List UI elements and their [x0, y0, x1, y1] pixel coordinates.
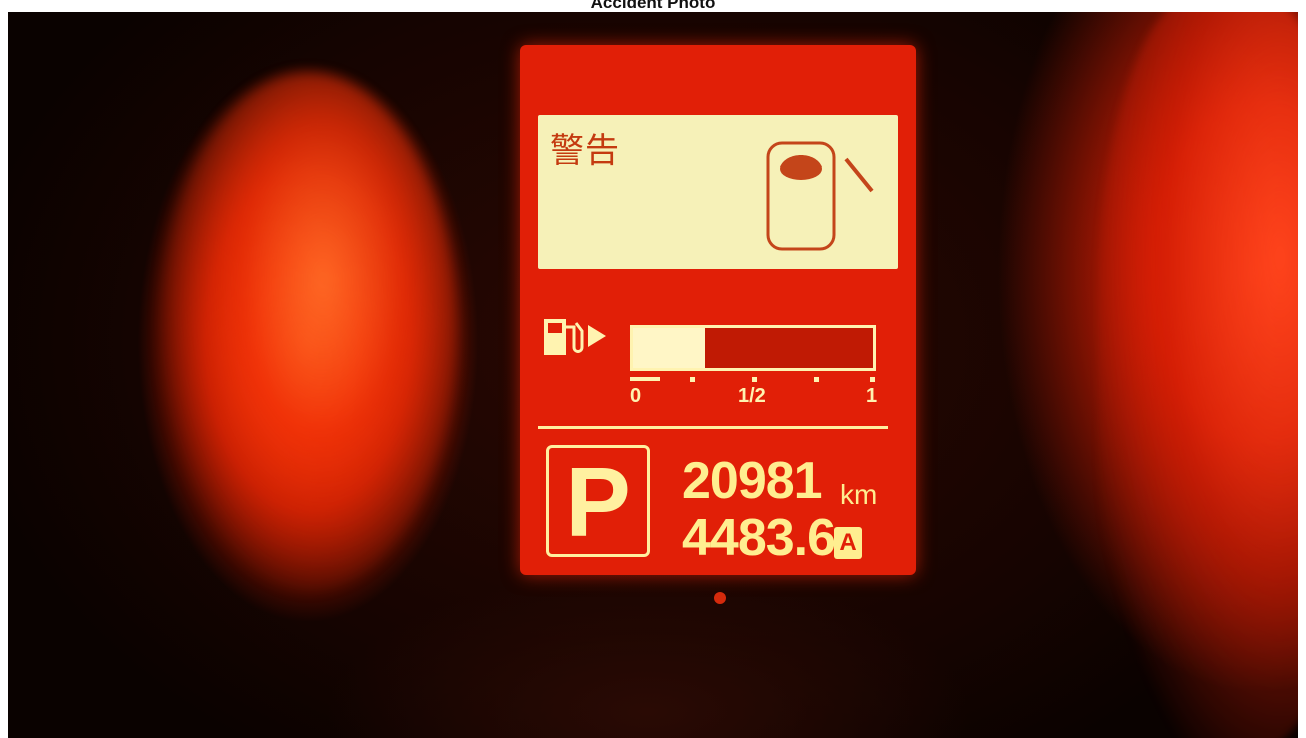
fuel-level-fill	[633, 328, 705, 368]
gear-indicator: P	[546, 445, 650, 557]
display-divider	[538, 426, 888, 429]
door-open-icon	[766, 141, 874, 251]
gear-letter: P	[565, 447, 631, 557]
odometer-unit: km	[840, 479, 878, 510]
odometer-value: 20981	[682, 452, 823, 510]
trip-meter-value: 4483.6	[682, 509, 836, 567]
fuel-scale-empty: 0	[630, 385, 642, 407]
photo-caption: Accident Photo	[0, 0, 1306, 12]
fuel-gauge-bar	[630, 325, 876, 371]
right-gauge-glow	[1098, 12, 1298, 738]
warning-text: 警告	[550, 131, 620, 171]
caption-title: Accident Photo	[590, 0, 716, 12]
fuel-scale-full: 1	[866, 385, 878, 407]
trip-meter-label: A	[834, 527, 862, 559]
fuel-scale: 0 1/2 1	[630, 375, 878, 409]
warning-panel: 警告	[538, 115, 898, 269]
fuel-pump-icon	[544, 319, 606, 355]
left-gauge-glow	[158, 72, 458, 592]
instrument-display: 警告 0 1/2 1 P 20981 km 4483.6 A	[520, 45, 916, 575]
accident-photo: 警告 0 1/2 1 P 20981 km 4483.6 A	[8, 12, 1298, 738]
fuel-scale-half: 1/2	[738, 385, 766, 407]
dust-speck	[714, 592, 726, 604]
